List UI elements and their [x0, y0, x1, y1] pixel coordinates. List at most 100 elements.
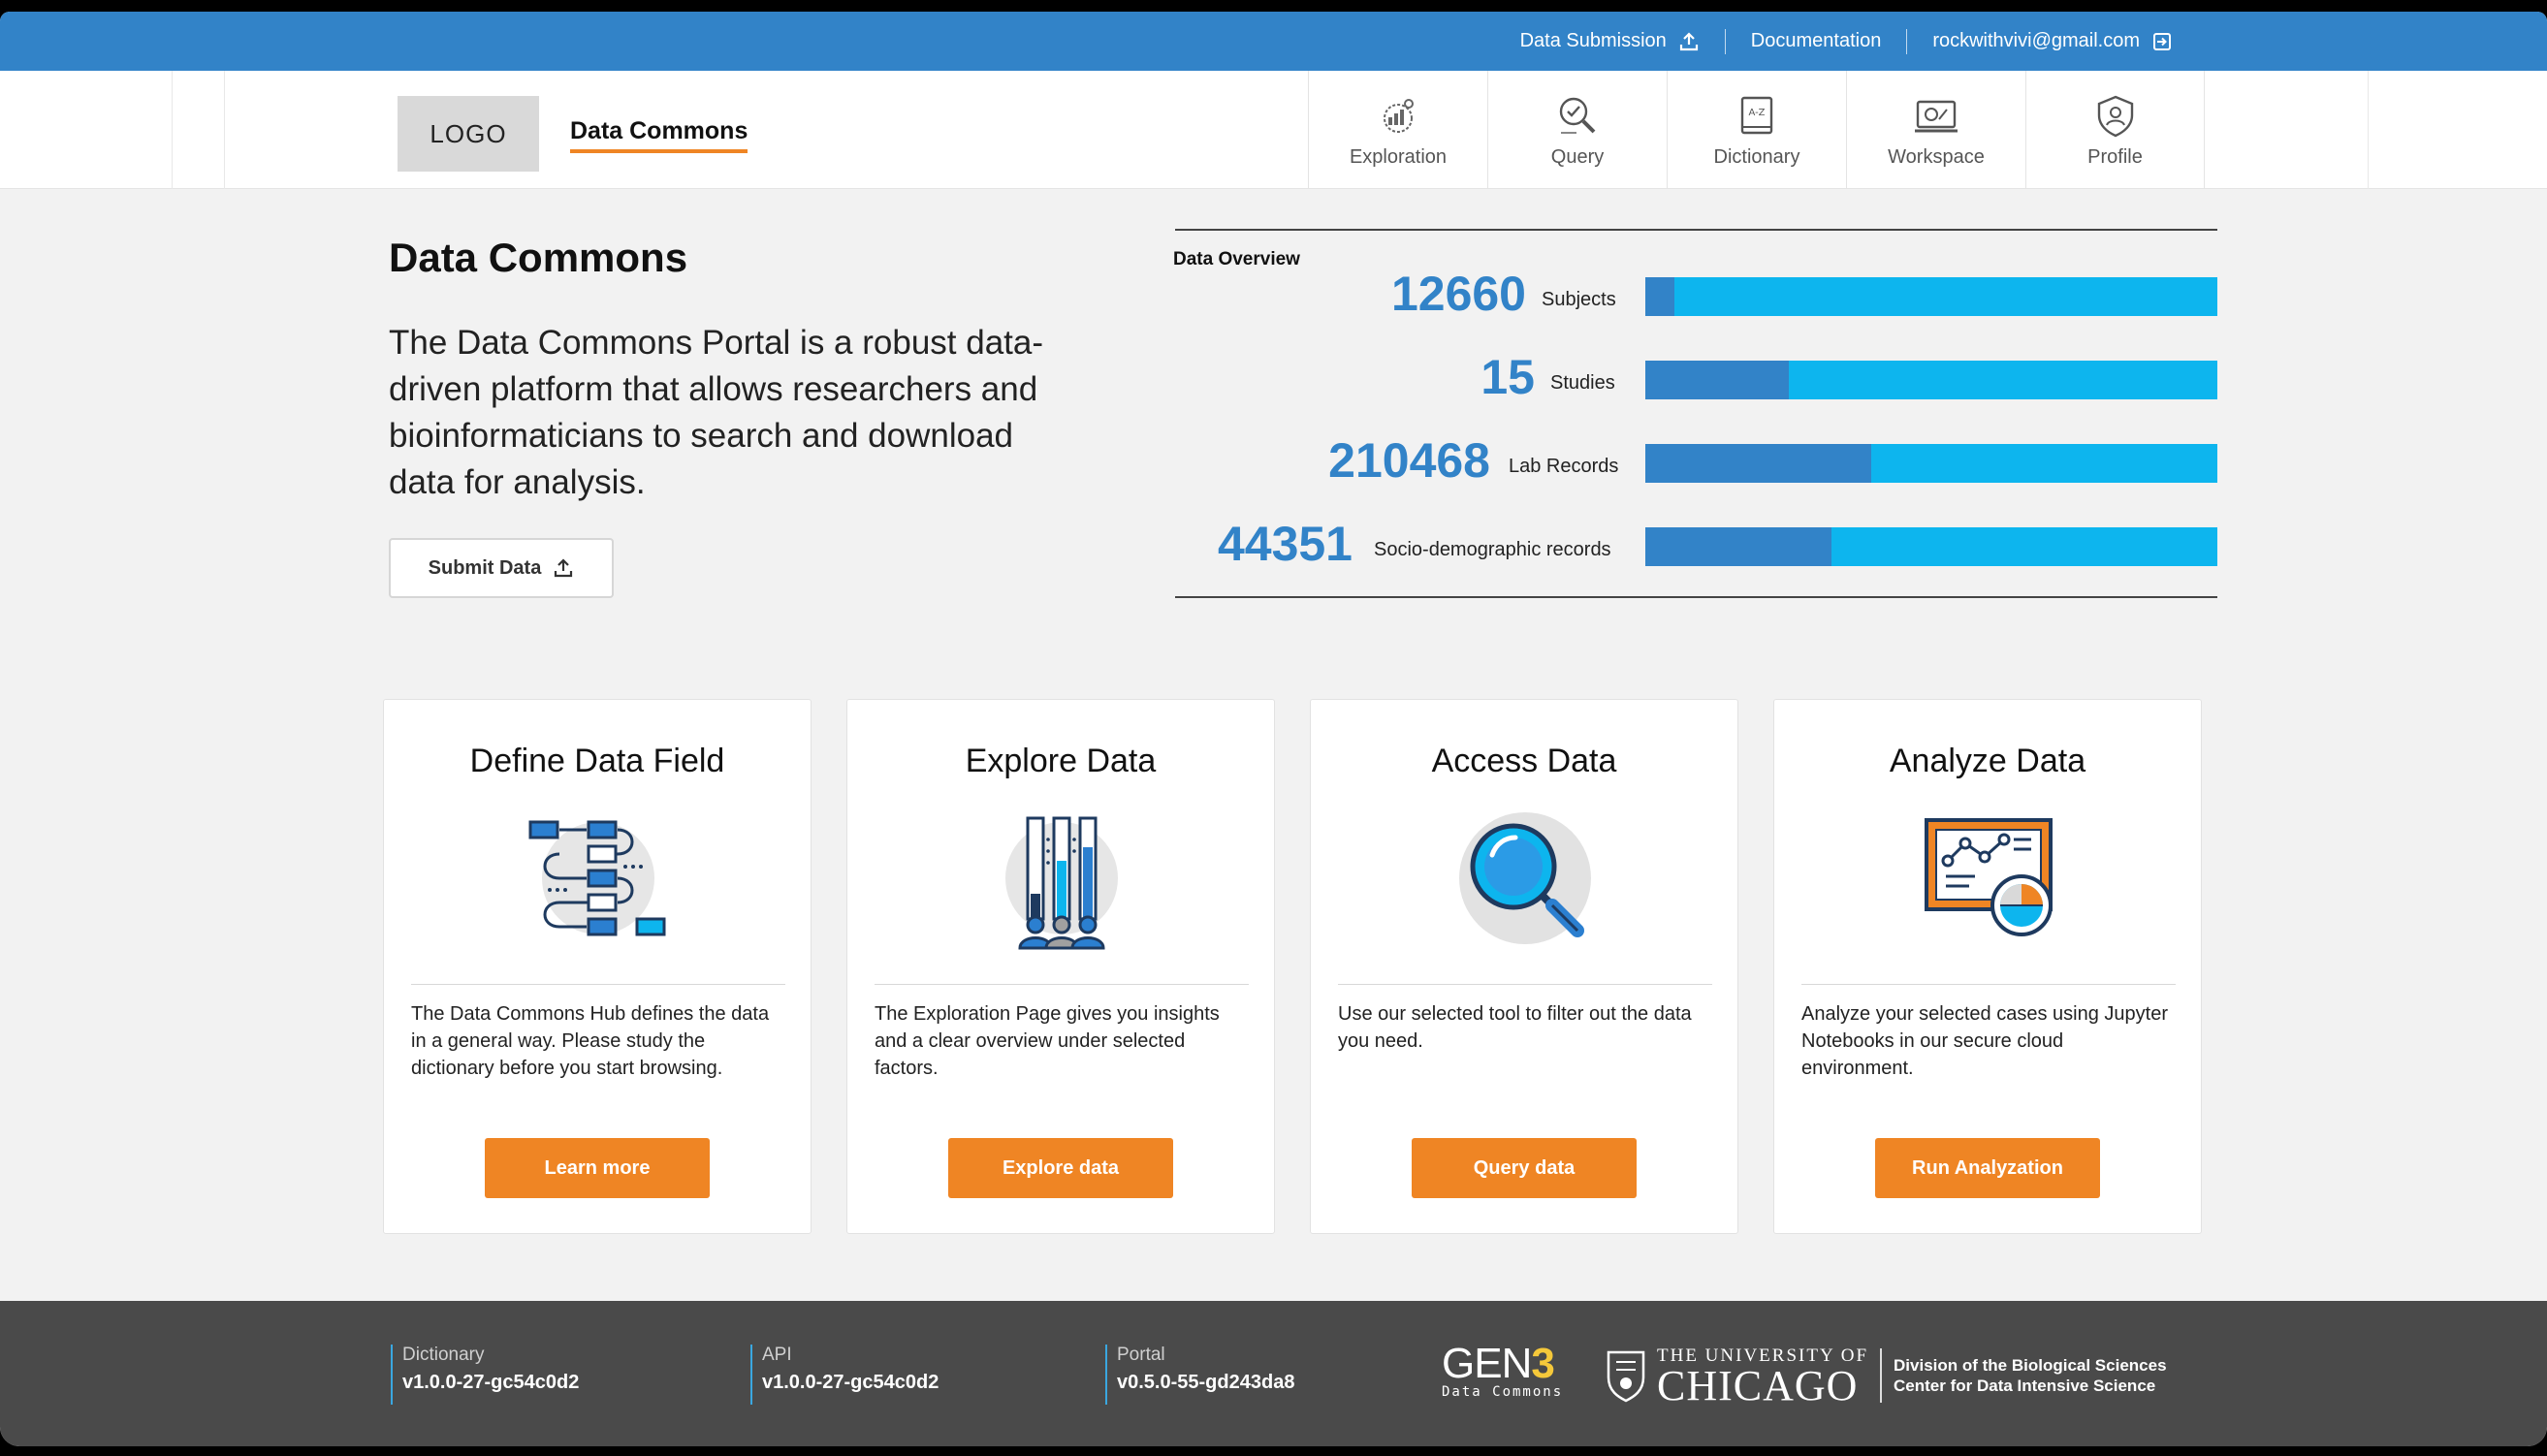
overview-bar-fill — [1645, 444, 1872, 483]
magnifier-illustration-icon — [1459, 812, 1591, 944]
overview-bar — [1645, 361, 2217, 399]
card-explore-data: Explore Data The Exploration Page gives … — [846, 699, 1275, 1234]
nav-divider — [224, 71, 225, 189]
top-bar: Data Submission Documentation rockwithvi… — [0, 12, 2547, 71]
workspace-icon — [1915, 100, 1958, 133]
overview-value: 15 — [1480, 350, 1535, 404]
version-key: Portal — [1117, 1345, 1165, 1365]
nav-bar: LOGO Data Commons Exploration Query A-Z … — [0, 71, 2547, 189]
version-value: v1.0.0-27-gc54c0d2 — [762, 1372, 939, 1393]
card-define-data-field: Define Data Field The Data Commons Hub d… — [383, 699, 812, 1234]
upload-icon — [1679, 31, 1698, 50]
card-divider — [1338, 984, 1712, 985]
overview-name: Subjects — [1542, 289, 1616, 310]
run-analyzation-button[interactable]: Run Analyzation — [1875, 1138, 2100, 1198]
university-seal-icon — [1607, 1350, 1645, 1403]
brand-title[interactable]: Data Commons — [570, 117, 748, 153]
nav-item-label: Workspace — [1888, 146, 1985, 168]
overview-bar — [1645, 527, 2217, 566]
overview-row: 12660 Subjects — [1175, 266, 2217, 324]
svg-text:A-Z: A-Z — [1748, 108, 1765, 118]
nav-item-label: Exploration — [1349, 146, 1448, 168]
data-submission-link[interactable]: Data Submission — [1495, 28, 1725, 55]
documentation-link[interactable]: Documentation — [1726, 28, 1907, 55]
card-divider — [875, 984, 1249, 985]
api-version: API v1.0.0-27-gc54c0d2 — [750, 1345, 939, 1405]
explore-data-button[interactable]: Explore data — [948, 1138, 1173, 1198]
query-data-button[interactable]: Query data — [1412, 1138, 1637, 1198]
user-email: rockwithvivi@gmail.com — [1932, 30, 2140, 51]
gen3-logo[interactable]: GEN3 Data Commons — [1442, 1340, 1563, 1400]
card-divider — [411, 984, 785, 985]
gen3-subtitle: Data Commons — [1442, 1384, 1564, 1400]
card-access-data: Access Data Use our selected tool to fil… — [1310, 699, 1738, 1234]
nav-item-exploration[interactable]: Exploration — [1308, 71, 1487, 189]
division-line2: Center for Data Intensive Science — [1894, 1377, 2156, 1395]
overview-value: 44351 — [1217, 517, 1353, 571]
overview-name: Socio-demographic records — [1374, 539, 1611, 560]
version-key: Dictionary — [402, 1345, 485, 1365]
gen3-word: GEN — [1442, 1340, 1532, 1387]
upload-icon — [555, 558, 573, 578]
overview-bar-fill — [1645, 361, 1789, 399]
card-description: The Exploration Page gives you insights … — [875, 1003, 1220, 1079]
nav-item-profile[interactable]: Profile — [2025, 71, 2205, 189]
user-account-link[interactable]: rockwithvivi@gmail.com — [1907, 28, 2198, 55]
uchicago-logo[interactable]: THE UNIVERSITY OF CHICAGO Division of th… — [1605, 1345, 2167, 1409]
nav-item-dictionary[interactable]: A-Z Dictionary — [1667, 71, 1846, 189]
overview-bottom-rule — [1175, 596, 2217, 598]
overview-bar-fill — [1645, 527, 1831, 566]
card-analyze-data: Analyze Data Analyze your selected cases… — [1773, 699, 2202, 1234]
page-title: Data Commons — [389, 235, 688, 280]
intro-description: The Data Commons Portal is a robust data… — [389, 324, 1044, 501]
top-links: Data Submission Documentation rockwithvi… — [1495, 12, 2198, 71]
learn-more-button[interactable]: Learn more — [485, 1138, 710, 1198]
nav-divider — [172, 71, 173, 189]
nav-item-label: Dictionary — [1713, 146, 1800, 168]
card-title: Define Data Field — [469, 743, 725, 779]
profile-icon — [2097, 95, 2133, 138]
card-description: Use our selected tool to filter out the … — [1338, 1003, 1692, 1052]
submit-data-button[interactable]: Submit Data — [389, 538, 614, 598]
portal-version: Portal v0.5.0-55-gd243da8 — [1105, 1345, 1294, 1405]
nav-item-workspace[interactable]: Workspace — [1846, 71, 2025, 189]
overview-bar — [1645, 444, 2217, 483]
overview-name: Lab Records — [1509, 456, 1619, 477]
version-value: v0.5.0-55-gd243da8 — [1117, 1372, 1295, 1393]
overview-value: 210468 — [1328, 433, 1490, 488]
overview-row: 210468 Lab Records — [1175, 432, 2217, 491]
exploration-icon — [1384, 99, 1414, 133]
logout-icon — [2153, 32, 2171, 50]
card-description: The Data Commons Hub defines the data in… — [411, 1003, 770, 1079]
footer-separator — [1880, 1348, 1883, 1403]
overview-row: 15 Studies — [1175, 349, 2217, 407]
overview-bar-fill — [1645, 277, 1674, 316]
explore-bars-illustration-icon — [1005, 816, 1118, 950]
documentation-label: Documentation — [1750, 30, 1882, 51]
overview-bar — [1645, 277, 2217, 316]
overview-top-rule — [1175, 229, 2217, 231]
card-title: Explore Data — [965, 743, 1157, 779]
card-title: Access Data — [1431, 743, 1617, 779]
analytics-board-illustration-icon — [1925, 818, 2053, 936]
division-name: Division of the Biological Sciences Cent… — [1894, 1355, 2167, 1396]
submit-data-label: Submit Data — [428, 556, 542, 579]
version-key: API — [762, 1345, 792, 1365]
card-title: Analyze Data — [1889, 743, 2086, 779]
data-submission-label: Data Submission — [1519, 30, 1667, 51]
overview-row: 44351 Socio-demographic records — [1175, 516, 2217, 574]
nav-divider — [2368, 71, 2369, 189]
nav-item-query[interactable]: Query — [1487, 71, 1667, 189]
version-value: v1.0.0-27-gc54c0d2 — [402, 1372, 580, 1393]
university-name-line2: CHICAGO — [1657, 1362, 1859, 1409]
overview-value: 12660 — [1390, 267, 1526, 321]
dictionary-icon: A-Z — [1740, 96, 1773, 135]
university-name: THE UNIVERSITY OF CHICAGO — [1657, 1345, 1868, 1409]
data-flow-illustration-icon — [528, 820, 666, 936]
gen3-number: 3 — [1531, 1340, 1555, 1387]
query-icon — [1559, 97, 1596, 134]
nav-items: Exploration Query A-Z Dictionary Workspa… — [1308, 71, 2205, 189]
overview-name: Studies — [1550, 372, 1615, 394]
logo[interactable]: LOGO — [398, 96, 539, 172]
nav-item-label: Profile — [2087, 146, 2143, 168]
